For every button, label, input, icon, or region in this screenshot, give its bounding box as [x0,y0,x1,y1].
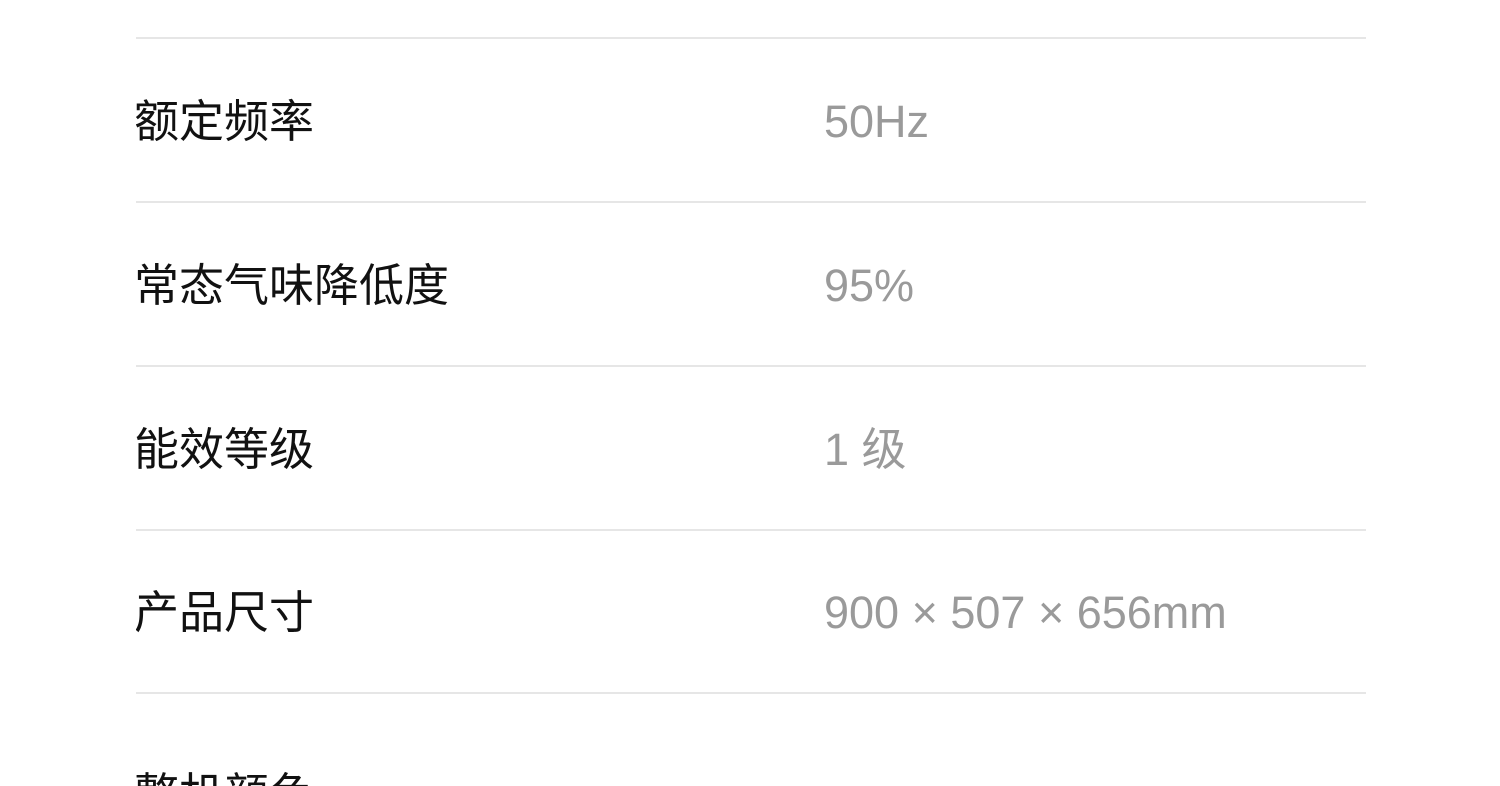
spec-value-product-size: 900 × 507 × 656mm [824,587,1227,638]
divider [136,365,1366,367]
spec-value-frequency: 50Hz [824,96,930,147]
spec-label-color: 整机颜色 [136,765,314,786]
spec-label-energy-grade: 能效等级 [136,423,315,476]
divider [136,201,1366,203]
spec-label-frequency: 额定频率 [136,95,315,148]
divider [136,529,1366,531]
spec-label-odor-reduction: 常态气味降低度 [136,259,450,312]
divider [136,37,1366,39]
divider [136,692,1366,694]
spec-label-product-size: 产品尺寸 [136,586,315,639]
spec-value-odor-reduction: 95% [824,260,915,311]
spec-value-energy-grade: 1 级 [824,424,907,475]
spec-table: 额定频率 50Hz 常态气味降低度 95% 能效等级 1 级 产品尺寸 900 … [136,0,1366,786]
